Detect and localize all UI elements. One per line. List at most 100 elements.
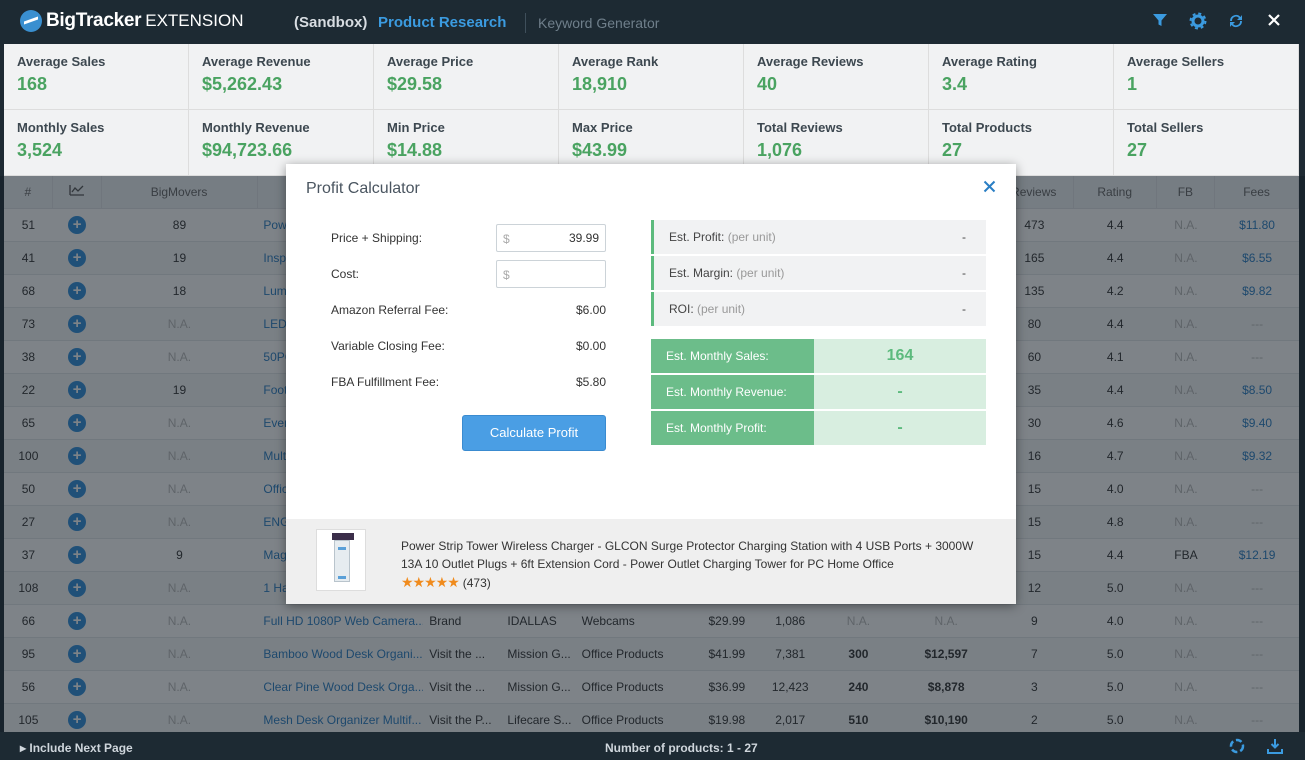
price-shipping-input[interactable]: $ 39.99 — [496, 224, 606, 252]
fba-fee-label: FBA Fulfillment Fee: — [331, 375, 440, 389]
est-profit-value: - — [962, 230, 966, 244]
stat-card: Average Revenue $5,262.43 — [189, 44, 374, 110]
stat-value: $29.58 — [387, 74, 443, 94]
stat-value: $94,723.66 — [202, 140, 293, 160]
per-unit-note: (per unit) — [736, 266, 785, 280]
stat-value: 1 — [1127, 74, 1138, 94]
stat-label: Total Reviews — [757, 120, 843, 135]
monthly-sales-value: 164 — [814, 339, 986, 373]
fba-fee-value: $5.80 — [575, 375, 606, 389]
stat-card: Total Sellers 27 — [1114, 110, 1299, 176]
stat-value: 27 — [1127, 140, 1148, 160]
est-profit-label: Est. Profit: — [669, 230, 725, 244]
closing-fee-row: Variable Closing Fee: $0.00 — [331, 332, 606, 360]
tab-product-research[interactable]: Product Research — [378, 14, 506, 31]
review-count: (473) — [462, 575, 491, 590]
roi-label: ROI: — [669, 302, 694, 316]
monthly-revenue-value: - — [814, 375, 986, 409]
stat-value: 3,524 — [17, 140, 63, 160]
logo: BigTracker EXTENSION — [20, 10, 243, 32]
currency-symbol: $ — [503, 268, 510, 282]
stat-value: 1,076 — [757, 140, 803, 160]
referral-fee-row: Amazon Referral Fee: $6.00 — [331, 296, 606, 324]
stat-value: 168 — [17, 74, 48, 94]
refresh-icon[interactable] — [1227, 12, 1245, 30]
include-next-page-label: Include Next Page — [29, 741, 133, 755]
profit-calculator-modal: Profit Calculator Price + Shipping: $ 39… — [286, 164, 1016, 604]
stat-label: Total Sellers — [1127, 120, 1204, 135]
logo-extension: EXTENSION — [145, 11, 244, 30]
logo-text: BigTracker — [46, 10, 142, 31]
roi-box: ROI: (per unit) - — [651, 292, 986, 326]
stat-label: Min Price — [387, 120, 445, 135]
per-unit-note: (per unit) — [697, 302, 746, 316]
stat-label: Average Sellers — [1127, 54, 1225, 69]
monthly-sales-box: Est. Monthly Sales: 164 — [651, 339, 986, 373]
stat-label: Average Sales — [17, 54, 106, 69]
stat-label: Total Products — [942, 120, 1033, 135]
referral-fee-label: Amazon Referral Fee: — [331, 303, 449, 317]
tab-keyword-generator[interactable]: Keyword Generator — [538, 15, 659, 31]
cost-row: Cost: $ — [331, 260, 606, 288]
stats-panel: Average Sales 168 Average Revenue $5,262.43… — [4, 44, 1299, 176]
sandbox-label: (Sandbox) — [294, 14, 368, 31]
stat-value: $5,262.43 — [202, 74, 283, 94]
cost-input[interactable]: $ — [496, 260, 606, 288]
stat-value: 40 — [757, 74, 778, 94]
product-rating: ★★★★★ (473) — [401, 574, 491, 591]
fba-fee-row: FBA Fulfillment Fee: $5.80 — [331, 368, 606, 396]
closing-fee-label: Variable Closing Fee: — [331, 339, 445, 353]
roi-value: - — [962, 302, 966, 316]
stat-label: Average Rank — [572, 54, 659, 69]
price-shipping-value: 39.99 — [568, 231, 599, 245]
star-rating-icon: ★★★★★ — [401, 574, 460, 590]
monthly-revenue-box: Est. Monthly Revenue: - — [651, 375, 986, 409]
logo-icon — [20, 10, 42, 32]
stat-value: $14.88 — [387, 140, 443, 160]
modal-close-icon[interactable] — [983, 176, 996, 199]
stat-label: Average Reviews — [757, 54, 864, 69]
monthly-revenue-label: Est. Monthly Revenue: — [651, 375, 814, 409]
est-margin-box: Est. Margin: (per unit) - — [651, 256, 986, 290]
stat-card: Monthly Sales 3,524 — [4, 110, 189, 176]
filter-icon[interactable] — [1151, 12, 1169, 30]
product-summary: Power Strip Tower Wireless Charger - GLC… — [286, 519, 1016, 604]
stat-label: Monthly Revenue — [202, 120, 310, 135]
gear-icon[interactable] — [1189, 12, 1207, 30]
stat-value: 27 — [942, 140, 963, 160]
price-shipping-row: Price + Shipping: $ 39.99 — [331, 224, 606, 252]
include-next-page-toggle[interactable]: ▸ Include Next Page — [20, 741, 133, 755]
price-shipping-label: Price + Shipping: — [331, 231, 423, 245]
product-image-icon — [332, 533, 354, 582]
top-bar: BigTracker EXTENSION (Sandbox) Product R… — [0, 0, 1305, 44]
product-thumbnail[interactable] — [316, 529, 366, 591]
stat-label: Average Rating — [942, 54, 1037, 69]
est-margin-value: - — [962, 266, 966, 280]
stat-value: 18,910 — [572, 74, 628, 94]
stats-row: Average Sales 168 Average Revenue $5,262.43… — [4, 44, 1299, 110]
stat-value: 3.4 — [942, 74, 968, 94]
calculate-profit-button[interactable]: Calculate Profit — [462, 415, 606, 451]
monthly-profit-value: - — [814, 411, 986, 445]
closing-fee-value: $0.00 — [575, 339, 606, 353]
monthly-profit-box: Est. Monthly Profit: - — [651, 411, 986, 445]
est-profit-box: Est. Profit: (per unit) - — [651, 220, 986, 254]
stat-label: Max Price — [572, 120, 633, 135]
monthly-profit-label: Est. Monthly Profit: — [651, 411, 814, 445]
currency-symbol: $ — [503, 232, 510, 246]
stat-label: Average Revenue — [202, 54, 311, 69]
stat-card: Average Rating 3.4 — [929, 44, 1114, 110]
stat-label: Average Price — [387, 54, 474, 69]
monthly-sales-label: Est. Monthly Sales: — [651, 339, 814, 373]
close-icon[interactable] — [1265, 12, 1283, 30]
stat-card: Average Rank 18,910 — [559, 44, 744, 110]
stat-card: Average Sellers 1 — [1114, 44, 1299, 110]
est-margin-label: Est. Margin: — [669, 266, 734, 280]
product-count: Number of products: 1 - 27 — [605, 741, 758, 755]
stat-value: $43.99 — [572, 140, 628, 160]
sync-icon[interactable] — [1229, 738, 1245, 758]
stat-card: Average Price $29.58 — [374, 44, 559, 110]
download-icon[interactable] — [1267, 738, 1283, 758]
footer-bar: ▸ Include Next Page Number of products: … — [0, 732, 1305, 760]
product-title[interactable]: Power Strip Tower Wireless Charger - GLC… — [401, 537, 981, 573]
